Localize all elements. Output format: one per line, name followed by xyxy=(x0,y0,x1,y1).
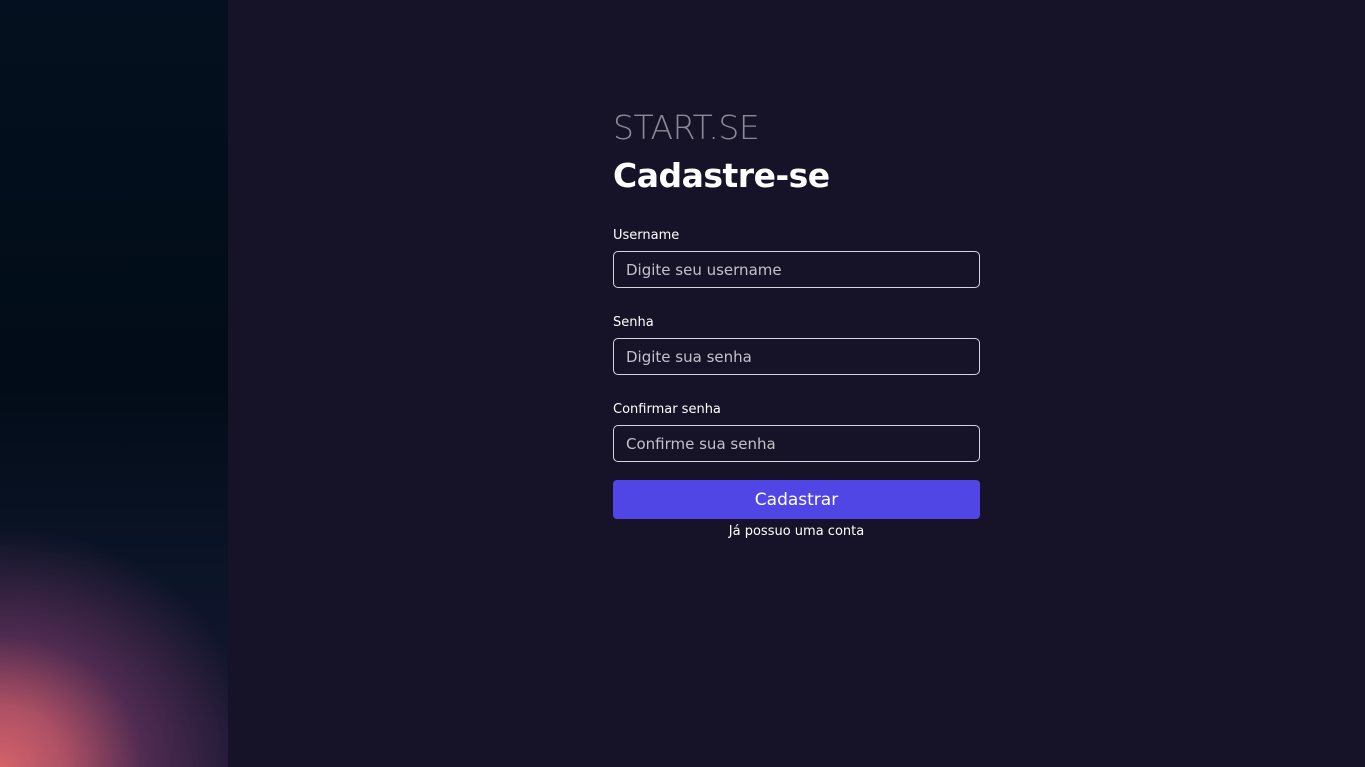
signup-form: START.SE Cadastre-se Username Senha Conf… xyxy=(613,108,980,541)
login-link[interactable]: Já possuo uma conta xyxy=(613,523,980,541)
username-label: Username xyxy=(613,228,680,243)
main-area: START.SE Cadastre-se Username Senha Conf… xyxy=(228,0,1365,767)
confirm-password-field-group: Confirmar senha xyxy=(613,402,980,462)
register-button[interactable]: Cadastrar xyxy=(613,480,980,519)
confirm-password-label: Confirmar senha xyxy=(613,402,721,417)
password-input[interactable] xyxy=(613,338,980,375)
password-label: Senha xyxy=(613,315,654,330)
brand-logo-text: START.SE xyxy=(613,108,760,147)
password-field-group: Senha xyxy=(613,315,980,375)
username-input[interactable] xyxy=(613,251,980,288)
confirm-password-input[interactable] xyxy=(613,425,980,462)
gradient-side-panel xyxy=(0,0,228,767)
page-title: Cadastre-se xyxy=(613,156,830,195)
page: START.SE Cadastre-se Username Senha Conf… xyxy=(0,0,1365,767)
username-field-group: Username xyxy=(613,228,980,288)
